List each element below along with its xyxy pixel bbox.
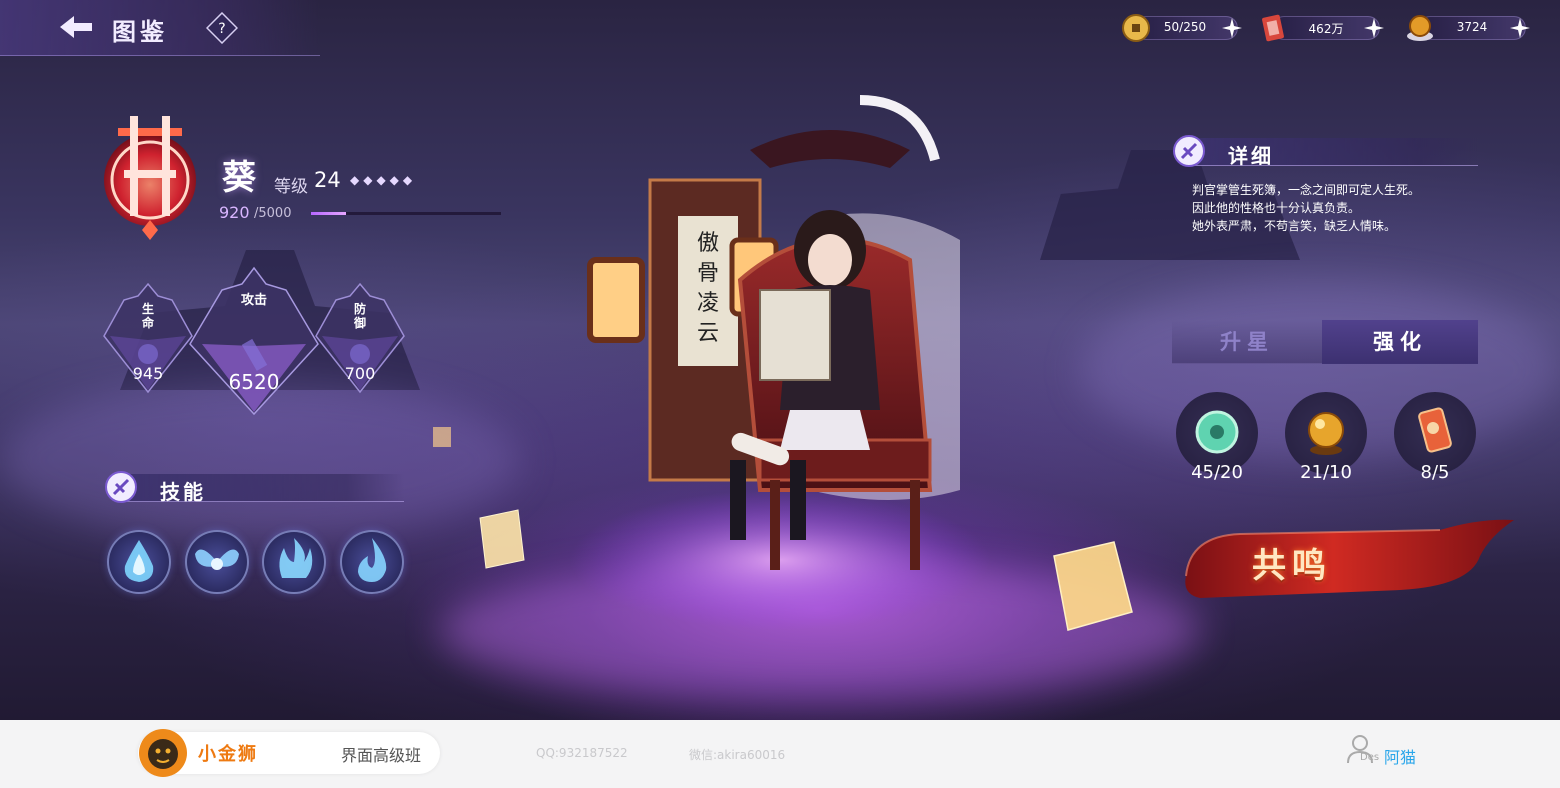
lion-logo-icon — [139, 729, 187, 777]
stat-hp-label: 生命 — [141, 302, 154, 330]
resource-orb: 3724 — [1404, 12, 1534, 44]
stat-hp-value: 945 — [132, 364, 164, 383]
butterfly-flame-skill-icon — [195, 549, 239, 570]
user-name[interactable]: 阿猫 — [1384, 744, 1416, 768]
triple-flame-skill-icon — [279, 538, 313, 578]
swirl-flame-skill-icon — [358, 538, 387, 582]
wechat-contact: 微信:akira60016 — [689, 748, 786, 762]
material-orb-count: 21/10 — [1300, 462, 1352, 483]
stat-def-label: 防御 — [353, 302, 366, 330]
resource-ticket: 462万 — [1258, 12, 1388, 44]
add-ticket-button[interactable] — [1362, 16, 1386, 40]
footer-bar: 小金狮 界面高级班 QQ:932187522 微信:akira60016 Des… — [0, 720, 1560, 788]
exp-progress-bar — [311, 212, 501, 215]
add-coin-button[interactable] — [1220, 16, 1244, 40]
resource-orb-value: 3724 — [1456, 20, 1488, 34]
description-line: 她外表严肃，不苟言笑，缺乏人情味。 — [1192, 219, 1397, 233]
golden-orb-icon — [1407, 15, 1433, 41]
qq-contact: QQ:932187522 — [536, 746, 628, 760]
svg-text:傲: 傲 — [697, 231, 719, 256]
resource-coin: 50/250 — [1120, 12, 1246, 44]
character-description: 判官掌管生死簿，一念之间即可定人生死。 因此他的性格也十分认真负责。 她外表严肃… — [1192, 181, 1420, 235]
back-arrow-icon[interactable] — [58, 12, 94, 42]
description-line: 因此他的性格也十分认真负责。 — [1192, 201, 1361, 215]
skills-title: 技能 — [160, 480, 206, 504]
character-name: 葵 — [222, 158, 256, 198]
jade-disc-icon — [1195, 410, 1239, 454]
stat-atk-value: 6520 — [228, 370, 280, 394]
faction-emblem-icon — [104, 116, 196, 240]
skill-slot-2[interactable] — [185, 530, 249, 594]
skill-section-icon — [105, 471, 137, 503]
talisman-icon — [1418, 407, 1452, 453]
material-talisman-count: 8/5 — [1420, 462, 1450, 483]
stat-def: 防御 700 — [304, 280, 416, 400]
level-value: 24 — [314, 168, 341, 192]
brand-name: 小金狮 — [198, 744, 258, 765]
exp-max: /5000 — [254, 206, 292, 221]
help-button[interactable]: ? — [206, 12, 238, 44]
material-jade[interactable]: 45/20 — [1174, 392, 1260, 488]
upgrade-tabs: 升星 强化 — [1172, 320, 1478, 364]
skill-slot-3[interactable] — [262, 530, 326, 594]
page-title: 图鉴 — [112, 18, 168, 46]
resonance-label: 共鸣 — [1252, 546, 1332, 586]
skill-slot-1[interactable] — [107, 530, 171, 594]
svg-text:骨: 骨 — [697, 261, 719, 286]
material-orb[interactable]: 21/10 — [1283, 392, 1369, 488]
exp-progress-fill — [311, 212, 346, 215]
material-jade-count: 45/20 — [1191, 462, 1243, 483]
add-orb-button[interactable] — [1508, 16, 1532, 40]
tab-star-up[interactable]: 升星 — [1172, 320, 1322, 364]
skill-slot-4[interactable] — [340, 530, 404, 594]
detail-header: 详细 — [1172, 134, 1478, 168]
stat-def-value: 700 — [344, 364, 376, 383]
character-illustration: 傲 骨 凌 云 — [570, 95, 990, 630]
floating-lantern-left — [479, 509, 525, 569]
red-ticket-icon — [1262, 14, 1284, 42]
detail-section-icon — [1173, 135, 1205, 167]
level-label: 等级 — [274, 177, 308, 197]
exp-current: 920 — [219, 203, 250, 222]
skills-header: 技能 — [104, 470, 404, 504]
help-label: ? — [218, 21, 225, 37]
resource-ticket-value: 462万 — [1308, 22, 1344, 36]
description-line: 判官掌管生死簿，一念之间即可定人生死。 — [1192, 183, 1421, 197]
golden-orb-icon — [1308, 412, 1344, 455]
stat-atk-label: 攻击 — [240, 293, 267, 308]
floating-lantern-small — [433, 427, 451, 447]
svg-text:凌: 凌 — [697, 291, 719, 316]
tab-enhance[interactable]: 强化 — [1322, 320, 1478, 364]
floating-lantern-right — [1053, 541, 1133, 631]
detail-title: 详细 — [1228, 144, 1274, 168]
user-des-label: Des — [1360, 752, 1380, 763]
brand-course: 界面高级班 — [341, 746, 422, 765]
svg-text:云: 云 — [697, 321, 719, 346]
resonance-button[interactable] — [1180, 516, 1516, 602]
star-rating: ◆◆◆◆◆ — [350, 173, 417, 187]
blue-flame-skill-icon — [124, 540, 154, 582]
game-scene: 傲 骨 凌 云 图鉴 ? 50/250 462万 3724 葵 等级 24 ◆◆… — [0, 0, 1560, 720]
resource-coin-value: 50/250 — [1163, 20, 1207, 34]
material-talisman[interactable]: 8/5 — [1392, 392, 1478, 488]
copper-coin-icon — [1122, 14, 1150, 42]
